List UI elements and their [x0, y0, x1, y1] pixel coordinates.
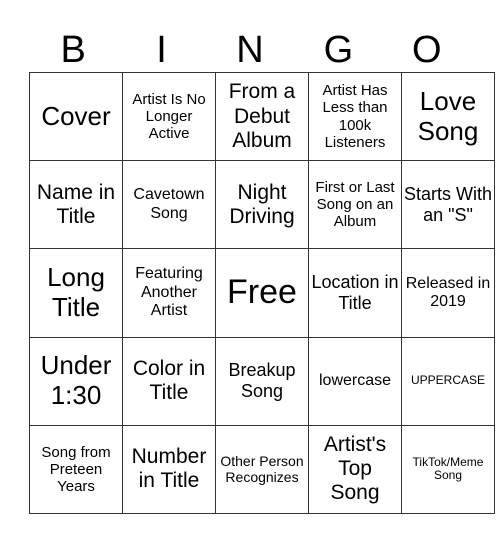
grid-row: Cover Artist Is No Longer Active From a … [29, 71, 495, 162]
bingo-cell[interactable]: Location in Title [308, 248, 402, 338]
header-letter-b: B [60, 29, 86, 71]
grid-row: Under 1:30 Color in Title Breakup Song l… [29, 336, 495, 426]
bingo-cell[interactable]: Artist's Top Song [308, 424, 402, 515]
header-letter-n: N [236, 29, 264, 71]
header-letter-i: I [156, 29, 167, 71]
header-letter-g: G [323, 29, 354, 71]
bingo-cell[interactable]: Released in 2019 [401, 248, 495, 338]
free-space[interactable]: Free [215, 248, 309, 338]
bingo-cell[interactable]: Long Title [29, 248, 123, 338]
grid-row: Song from Preteen Years Number in Title … [29, 424, 495, 515]
bingo-cell[interactable]: Artist Has Less than 100k Listeners [308, 71, 402, 162]
bingo-cell[interactable]: Cavetown Song [122, 160, 216, 250]
bingo-cell[interactable]: Featuring Another Artist [122, 248, 216, 338]
bingo-cell[interactable]: Under 1:30 [29, 336, 123, 426]
bingo-header: B I N G O [29, 28, 471, 72]
bingo-cell[interactable]: Artist Is No Longer Active [122, 71, 216, 162]
bingo-cell[interactable]: Breakup Song [215, 336, 309, 426]
bingo-cell[interactable]: UPPERCASE [401, 336, 495, 426]
bingo-cell[interactable]: Number in Title [122, 424, 216, 515]
bingo-cell[interactable]: Love Song [401, 71, 495, 162]
grid-row: Name in Title Cavetown Song Night Drivin… [29, 160, 495, 250]
bingo-cell[interactable]: Starts With an "S" [401, 160, 495, 250]
bingo-cell[interactable]: lowercase [308, 336, 402, 426]
bingo-cell[interactable]: Night Driving [215, 160, 309, 250]
bingo-cell[interactable]: Color in Title [122, 336, 216, 426]
bingo-cell[interactable]: First or Last Song on an Album [308, 160, 402, 250]
bingo-cell[interactable]: Name in Title [29, 160, 123, 250]
bingo-cell[interactable]: TikTok/Meme Song [401, 424, 495, 515]
bingo-cell[interactable]: Song from Preteen Years [29, 424, 123, 515]
bingo-cell[interactable]: From a Debut Album [215, 71, 309, 162]
bingo-cell[interactable]: Other Person Recognizes [215, 424, 309, 515]
bingo-grid: Cover Artist Is No Longer Active From a … [29, 71, 495, 515]
header-letter-o: O [411, 29, 442, 71]
bingo-cell[interactable]: Cover [29, 71, 123, 162]
grid-row: Long Title Featuring Another Artist Free… [29, 248, 495, 338]
